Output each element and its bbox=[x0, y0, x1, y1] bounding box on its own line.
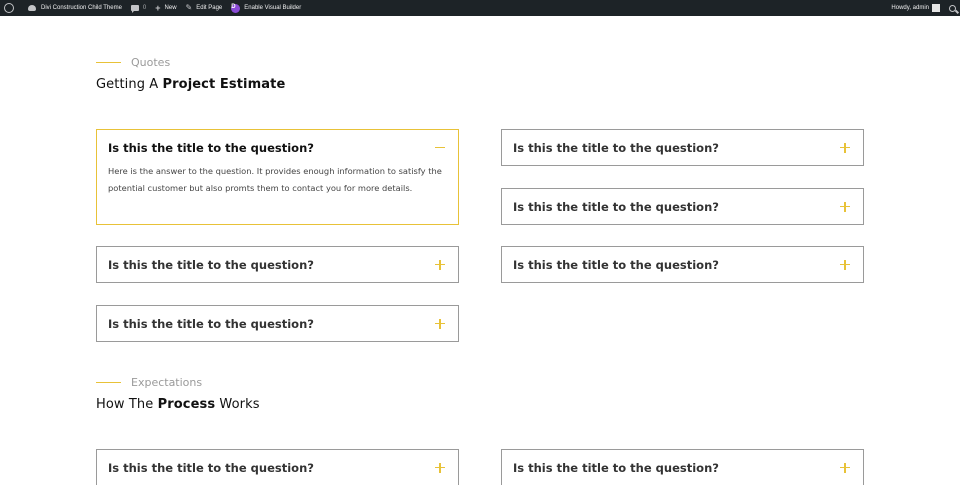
section-title: How The Process Works bbox=[96, 397, 260, 412]
faq-item: Is this the title to the question? bbox=[96, 246, 459, 283]
faq-toggle-header[interactable]: Is this the title to the question? bbox=[97, 247, 458, 282]
edit-page-label: Edit Page bbox=[196, 5, 223, 11]
plus-icon[interactable] bbox=[840, 259, 850, 270]
site-name-link[interactable]: Divi Construction Child Theme bbox=[27, 4, 122, 12]
title-prefix: Getting A bbox=[96, 77, 159, 92]
faq-answer: Here is the answer to the question. It p… bbox=[108, 166, 442, 193]
new-content-link[interactable]: + New bbox=[155, 2, 177, 13]
minus-icon[interactable] bbox=[435, 143, 445, 153]
title-bold: Process bbox=[157, 397, 216, 412]
plus-icon[interactable] bbox=[840, 142, 850, 153]
faq-question: Is this the title to the question? bbox=[513, 257, 719, 272]
plus-icon[interactable] bbox=[840, 201, 850, 212]
howdy-label: Howdy, admin bbox=[891, 5, 929, 11]
title-prefix: How The bbox=[96, 397, 154, 412]
faq-item: Is this the title to the question? bbox=[96, 305, 459, 342]
faq-question: Is this the title to the question? bbox=[108, 316, 314, 331]
faq-item: Is this the title to the question? bbox=[501, 129, 864, 166]
faq-item: Is this the title to the question? bbox=[501, 188, 864, 225]
account-menu[interactable]: Howdy, admin bbox=[891, 4, 940, 12]
search-icon[interactable] bbox=[949, 4, 956, 12]
comments-link[interactable]: 0 bbox=[130, 5, 147, 13]
faq-toggle-header[interactable]: Is this the title to the question? bbox=[97, 450, 458, 485]
accent-line bbox=[96, 381, 121, 383]
faq-item: Is this the title to the question? bbox=[96, 449, 459, 485]
faq-toggle-header[interactable]: Is this the title to the question? bbox=[97, 306, 458, 341]
avatar bbox=[932, 4, 940, 12]
edit-page-link[interactable]: ✎ Edit Page bbox=[186, 4, 223, 12]
visual-builder-label: Enable Visual Builder bbox=[244, 5, 302, 11]
wordpress-menu[interactable] bbox=[4, 3, 18, 13]
plus-icon[interactable] bbox=[840, 462, 850, 473]
comment-bubble-icon bbox=[130, 5, 139, 13]
visual-builder-link[interactable]: D Enable Visual Builder bbox=[231, 3, 302, 13]
new-label: New bbox=[164, 5, 177, 11]
admin-bar: Divi Construction Child Theme 0 + New ✎ … bbox=[0, 0, 960, 16]
faq-toggle-header[interactable]: Is this the title to the question? bbox=[502, 130, 863, 165]
faq-question: Is this the title to the question? bbox=[513, 199, 719, 214]
plus-icon[interactable] bbox=[435, 259, 445, 270]
faq-toggle-header[interactable]: Is this the title to the question? bbox=[502, 189, 863, 224]
faq-toggle-header[interactable]: Is this the title to the question? bbox=[502, 247, 863, 282]
section-expectations-heading: Expectations How The Process Works bbox=[96, 376, 260, 412]
faq-item-open: Is this the title to the question? Here … bbox=[96, 129, 459, 225]
faq-item: Is this the title to the question? bbox=[501, 246, 864, 283]
accent-line bbox=[96, 61, 121, 63]
faq-question: Is this the title to the question? bbox=[513, 140, 719, 155]
pencil-icon: ✎ bbox=[185, 3, 193, 12]
faq-question: Is this the title to the question? bbox=[108, 257, 314, 272]
faq-question: Is this the title to the question? bbox=[108, 140, 314, 155]
section-eyebrow: Quotes bbox=[131, 55, 171, 69]
section-quotes-heading: Quotes Getting A Project Estimate bbox=[96, 56, 285, 92]
faq-toggle-header[interactable]: Is this the title to the question? bbox=[502, 450, 863, 485]
title-suffix: Works bbox=[219, 397, 260, 412]
faq-item: Is this the title to the question? bbox=[501, 449, 864, 485]
faq-toggle-header[interactable]: Is this the title to the question? bbox=[97, 130, 458, 165]
title-bold: Project Estimate bbox=[162, 77, 286, 92]
faq-question: Is this the title to the question? bbox=[513, 460, 719, 475]
plus-icon[interactable] bbox=[435, 462, 445, 473]
comment-count: 0 bbox=[142, 5, 147, 11]
plus-icon[interactable] bbox=[435, 318, 445, 329]
section-eyebrow: Expectations bbox=[131, 375, 203, 389]
divi-logo-icon: D bbox=[231, 3, 241, 13]
wordpress-logo-icon bbox=[4, 3, 14, 13]
section-title: Getting A Project Estimate bbox=[96, 77, 285, 92]
faq-question: Is this the title to the question? bbox=[108, 460, 314, 475]
site-name-label: Divi Construction Child Theme bbox=[41, 5, 122, 11]
dashboard-icon bbox=[27, 4, 37, 12]
plus-icon: + bbox=[155, 2, 161, 13]
